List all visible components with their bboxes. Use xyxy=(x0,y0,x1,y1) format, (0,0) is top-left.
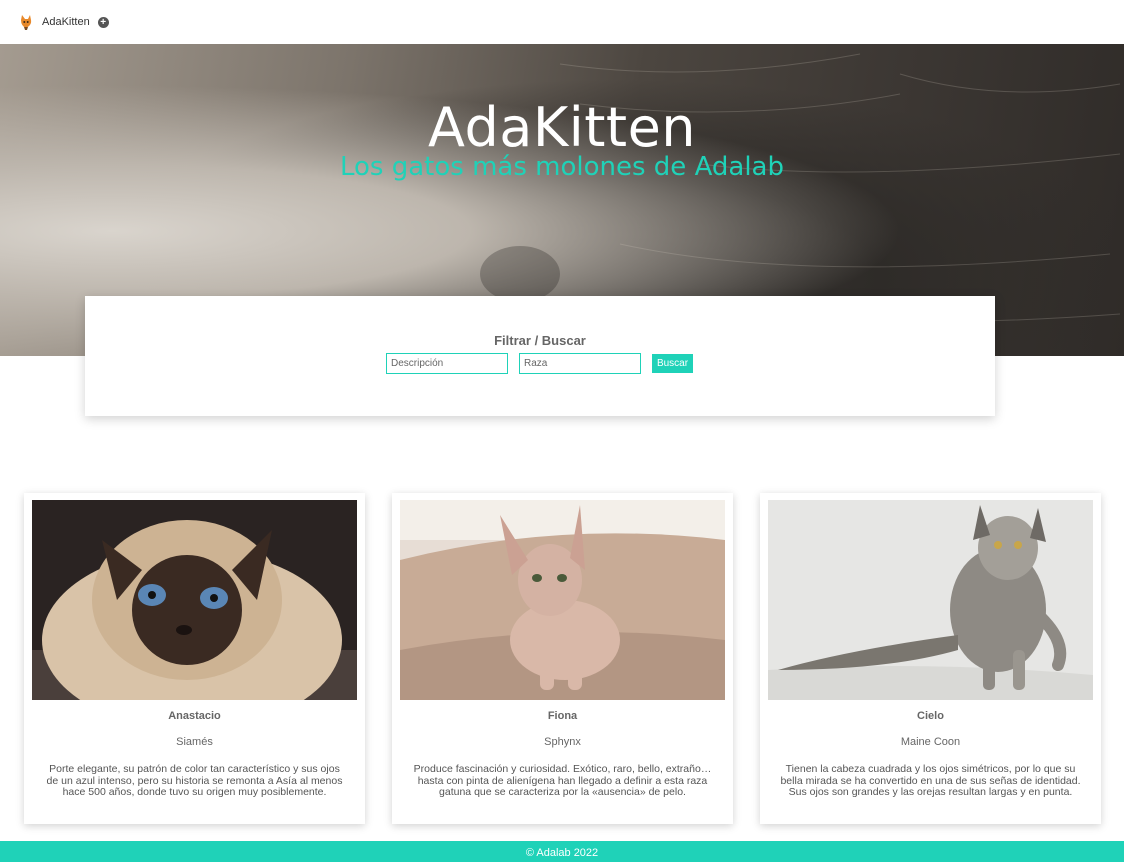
cat-description: Porte elegante, su patrón de color tan c… xyxy=(46,763,343,798)
cat-race: Siamés xyxy=(176,736,213,748)
footer-copyright: © Adalab 2022 xyxy=(525,847,599,859)
cat-race: Sphynx xyxy=(544,736,581,748)
cat-card: Fiona Sphynx Produce fascinación y curio… xyxy=(392,493,733,824)
cat-description: Tienen la cabeza cuadrada y los ojos sim… xyxy=(780,763,1081,798)
footer: © Adalab 2022 xyxy=(0,841,1124,862)
cat-name: Fiona xyxy=(547,710,578,722)
cat-photo-siamese xyxy=(32,500,357,700)
search-button[interactable]: Buscar xyxy=(652,354,693,373)
cat-photo-sphynx xyxy=(400,500,725,700)
filter-title: Filtrar / Buscar xyxy=(494,333,586,348)
top-navigation: AdaKitten + xyxy=(0,0,1124,44)
brand-link[interactable]: AdaKitten xyxy=(42,16,90,28)
hero-subtitle: Los gatos más molones de Adalab xyxy=(339,152,784,182)
cat-description: Produce fascinación y curiosidad. Exótic… xyxy=(413,763,712,798)
description-input[interactable] xyxy=(386,353,508,374)
cat-card: Cielo Maine Coon Tienen la cabeza cuadra… xyxy=(760,493,1101,824)
cat-card: Anastacio Siamés Porte elegante, su patr… xyxy=(24,493,365,824)
cat-name: Cielo xyxy=(917,710,944,722)
cat-race: Maine Coon xyxy=(900,736,961,748)
filter-panel: Filtrar / Buscar Buscar xyxy=(85,296,995,416)
cat-name: Anastacio xyxy=(168,710,221,722)
kitten-logo-icon[interactable] xyxy=(18,14,34,30)
hero-title: AdaKitten xyxy=(427,96,697,159)
cat-photo-maine-coon xyxy=(768,500,1093,700)
plus-circle-icon[interactable]: + xyxy=(97,16,109,28)
race-input[interactable] xyxy=(519,353,641,374)
